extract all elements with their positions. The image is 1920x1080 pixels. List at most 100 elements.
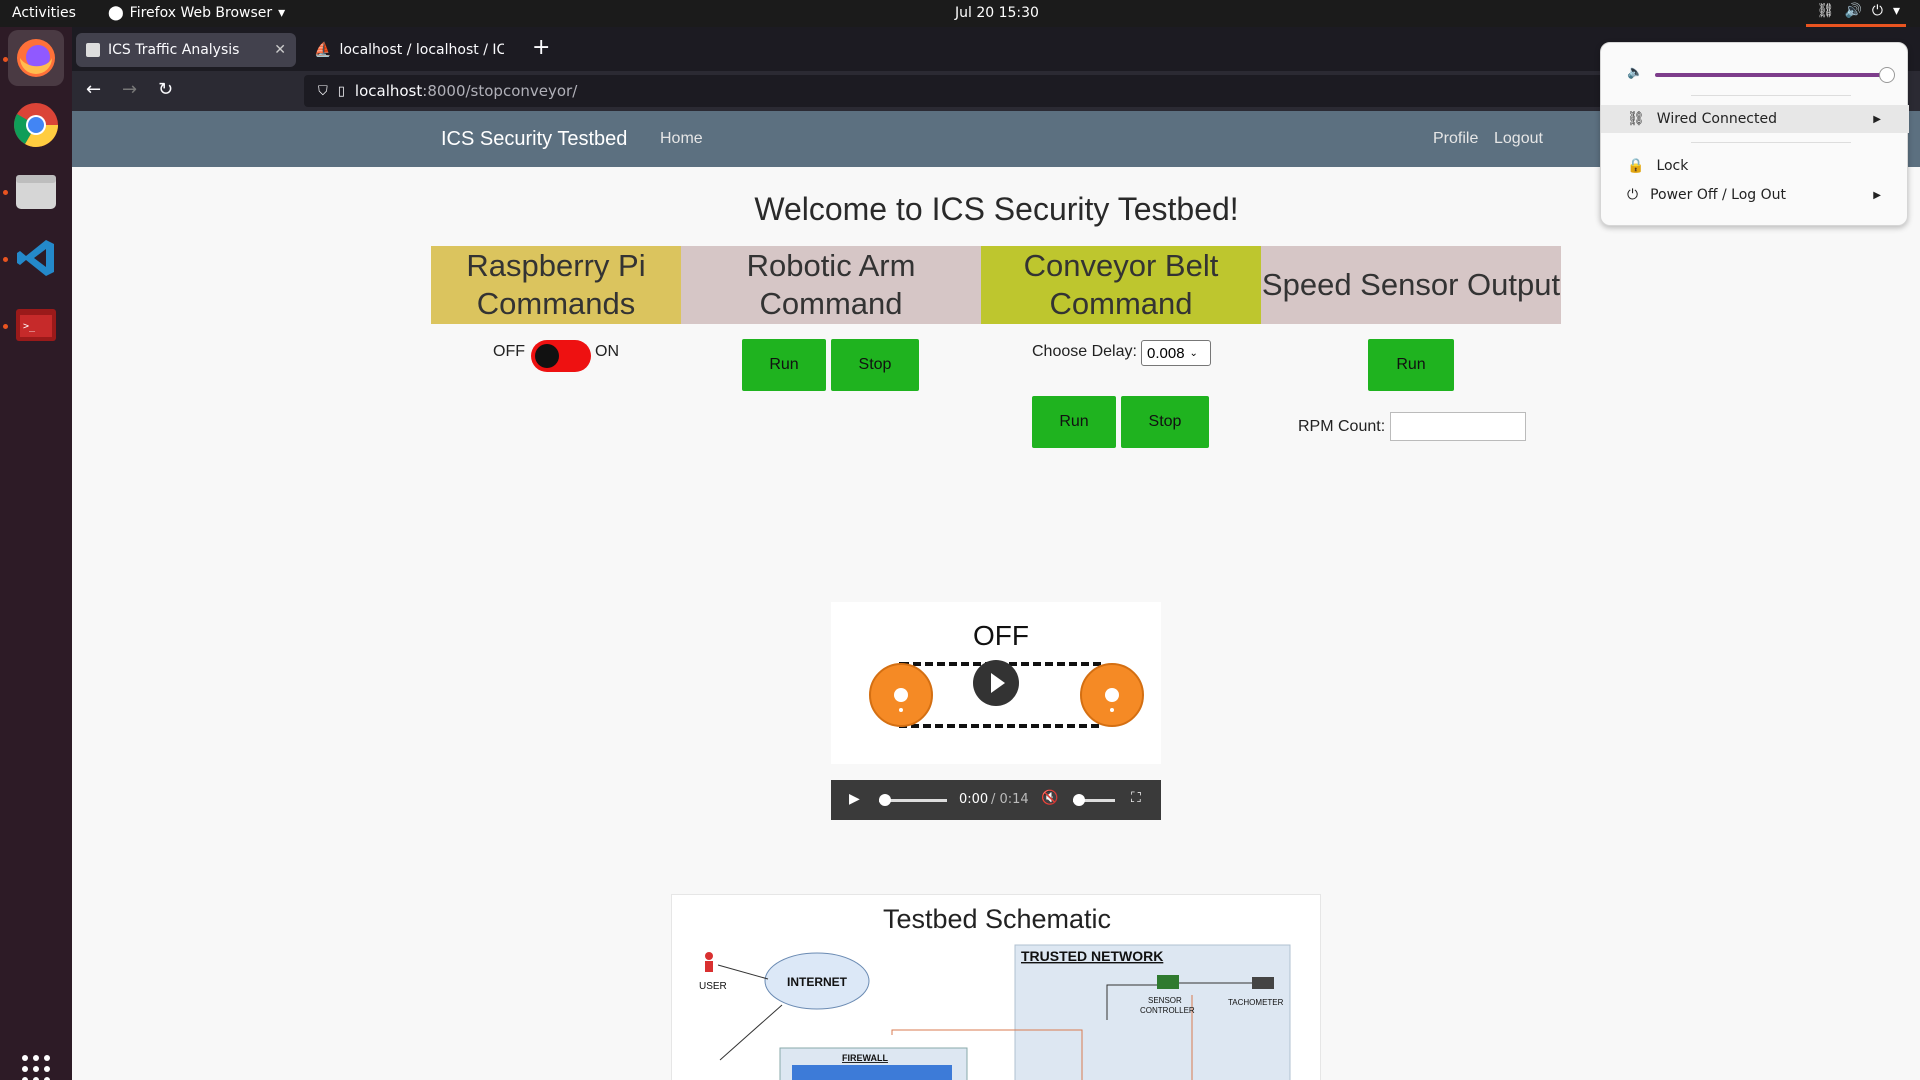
arm-stop-button[interactable]: Stop	[831, 339, 919, 391]
delay-value: 0.008	[1147, 344, 1185, 362]
tab-title: ICS Traffic Analysis	[108, 42, 240, 58]
conveyor-run-button[interactable]: Run	[1032, 396, 1116, 448]
power-label: Power Off / Log Out	[1650, 187, 1786, 203]
arm-run-button[interactable]: Run	[742, 339, 826, 391]
rpi-header: Raspberry Pi Commands	[431, 246, 681, 324]
show-apps-button[interactable]	[8, 1041, 64, 1080]
system-top-bar: Activities ⬤ Firefox Web Browser ▾ Jul 2…	[0, 0, 1920, 27]
lock-label: Lock	[1656, 158, 1689, 174]
app-menu-label: Firefox Web Browser	[129, 5, 273, 21]
time-current: 0:00	[959, 792, 989, 807]
menu-separator	[1691, 95, 1851, 96]
schematic-diagram: USER INTERNET FIREWALL TRUSTED NETWORK S…	[699, 944, 1291, 1080]
web-page: ICS Security Testbed Home Profile Logout…	[72, 111, 1920, 1080]
chevron-down-icon: ⌄	[1189, 347, 1198, 359]
system-tray[interactable]: ⛓ 🔊 ⏻ ▾	[1817, 3, 1900, 19]
delay-label: Choose Delay:	[1032, 343, 1137, 360]
dock-terminal[interactable]: >_	[8, 297, 64, 353]
conveyor-header: Conveyor Belt Command	[981, 246, 1261, 324]
dock-chrome[interactable]	[8, 97, 64, 153]
arm-header: Robotic Arm Command	[681, 246, 981, 324]
lock-icon: 🔒	[1627, 158, 1645, 174]
video-controls: ▶ 0:00 / 0:14 🔇 ⛶	[831, 780, 1161, 820]
play-icon[interactable]: ▶	[849, 791, 860, 807]
app-menu[interactable]: ⬤ Firefox Web Browser ▾	[108, 5, 285, 21]
tab-title: localhost / localhost / ICS	[339, 42, 504, 58]
new-tab-button[interactable]: +	[532, 37, 550, 59]
chevron-down-icon: ▾	[1892, 3, 1900, 19]
volume-knob[interactable]	[1073, 794, 1085, 806]
submenu-arrow-icon: ▶	[1873, 113, 1881, 125]
wired-connection-item[interactable]: ⛓ Wired Connected ▶	[1601, 105, 1909, 133]
files-icon	[16, 175, 56, 209]
vscode-icon	[17, 240, 54, 276]
volume-icon: 🔈	[1627, 65, 1644, 80]
wired-label: Wired Connected	[1656, 111, 1777, 127]
trusted-network-label: TRUSTED NETWORK	[1021, 948, 1163, 964]
volume-slider-knob[interactable]	[1879, 67, 1895, 83]
toggle-off-label: OFF	[493, 343, 525, 360]
sensor-label: SENSOR	[1148, 996, 1182, 1005]
fullscreen-icon[interactable]: ⛶	[1131, 790, 1141, 806]
user-label: USER	[699, 981, 727, 992]
running-indicator	[3, 257, 8, 262]
controller-label: CONTROLLER	[1140, 1006, 1195, 1015]
tab-ics-traffic[interactable]: ICS Traffic Analysis ✕	[76, 33, 296, 67]
network-wired-icon: ⛓	[1627, 111, 1645, 127]
delay-select[interactable]: 0.008 ⌄	[1141, 340, 1211, 366]
toggle-knob	[535, 344, 559, 368]
page-info-icon: ▯	[337, 83, 345, 99]
lock-item[interactable]: 🔒 Lock	[1601, 152, 1909, 180]
testbed-schematic: Testbed Schematic USER INTERNET FIREWALL…	[671, 894, 1321, 1080]
forward-icon[interactable]: →	[122, 79, 137, 100]
submenu-arrow-icon: ▶	[1873, 189, 1881, 201]
rpi-power-toggle[interactable]	[531, 340, 591, 372]
power-icon: ⏻	[1871, 3, 1883, 19]
sensor-header: Speed Sensor Output	[1261, 246, 1561, 324]
running-indicator	[3, 190, 8, 195]
user-icon	[705, 952, 713, 972]
conveyor-video[interactable]: OFF	[831, 602, 1161, 764]
play-overlay-icon[interactable]	[972, 659, 1020, 707]
back-icon[interactable]: ←	[86, 79, 101, 100]
reload-icon[interactable]: ↻	[158, 79, 173, 100]
dock-firefox[interactable]	[8, 30, 64, 86]
volume-slider[interactable]	[1655, 73, 1885, 77]
shield-icon: ⛉	[318, 83, 328, 99]
conveyor-stop-button[interactable]: Stop	[1121, 396, 1209, 448]
power-icon: ⏻	[1627, 187, 1639, 203]
nav-profile-link[interactable]: Profile	[1433, 130, 1478, 148]
nav-home-link[interactable]: Home	[660, 130, 703, 148]
firewall-label: FIREWALL	[842, 1053, 888, 1063]
sensor-run-button[interactable]: Run	[1368, 339, 1454, 391]
tab-phpmyadmin[interactable]: ⛵ localhost / localhost / ICS	[304, 33, 504, 67]
menu-separator	[1691, 142, 1851, 143]
power-off-item[interactable]: ⏻ Power Off / Log Out ▶	[1601, 181, 1909, 209]
nav-logout-link[interactable]: Logout	[1494, 130, 1543, 148]
close-tab-icon[interactable]: ✕	[274, 42, 286, 58]
dock-files[interactable]	[8, 163, 64, 219]
page-icon	[86, 43, 100, 57]
url-bar[interactable]: ⛉ ▯ localhost:8000/stopconveyor/ ▤	[304, 75, 1684, 107]
phpmyadmin-icon: ⛵	[314, 42, 332, 58]
app-grid-icon	[22, 1055, 50, 1080]
running-indicator	[3, 57, 8, 62]
url-host: localhost	[354, 82, 423, 100]
time-total: / 0:14	[991, 792, 1029, 807]
mute-icon[interactable]: 🔇	[1041, 790, 1058, 806]
clock[interactable]: Jul 20 15:30	[955, 5, 1039, 21]
activities-button[interactable]: Activities	[12, 5, 76, 21]
dock-vscode[interactable]	[8, 230, 64, 286]
volume-icon: 🔊	[1844, 3, 1862, 19]
chevron-down-icon: ▾	[278, 5, 286, 21]
site-brand[interactable]: ICS Security Testbed	[441, 128, 627, 151]
rpm-label: RPM Count:	[1298, 418, 1386, 435]
dock: >_	[0, 27, 72, 1080]
firefox-icon	[17, 39, 55, 77]
seek-knob[interactable]	[879, 794, 891, 806]
tachometer-label: TACHOMETER	[1228, 998, 1284, 1007]
internet-label: INTERNET	[787, 975, 848, 989]
rpm-count-field[interactable]	[1390, 412, 1526, 441]
terminal-icon: >_	[16, 309, 56, 341]
url-path: :8000/stopconveyor/	[422, 82, 578, 100]
